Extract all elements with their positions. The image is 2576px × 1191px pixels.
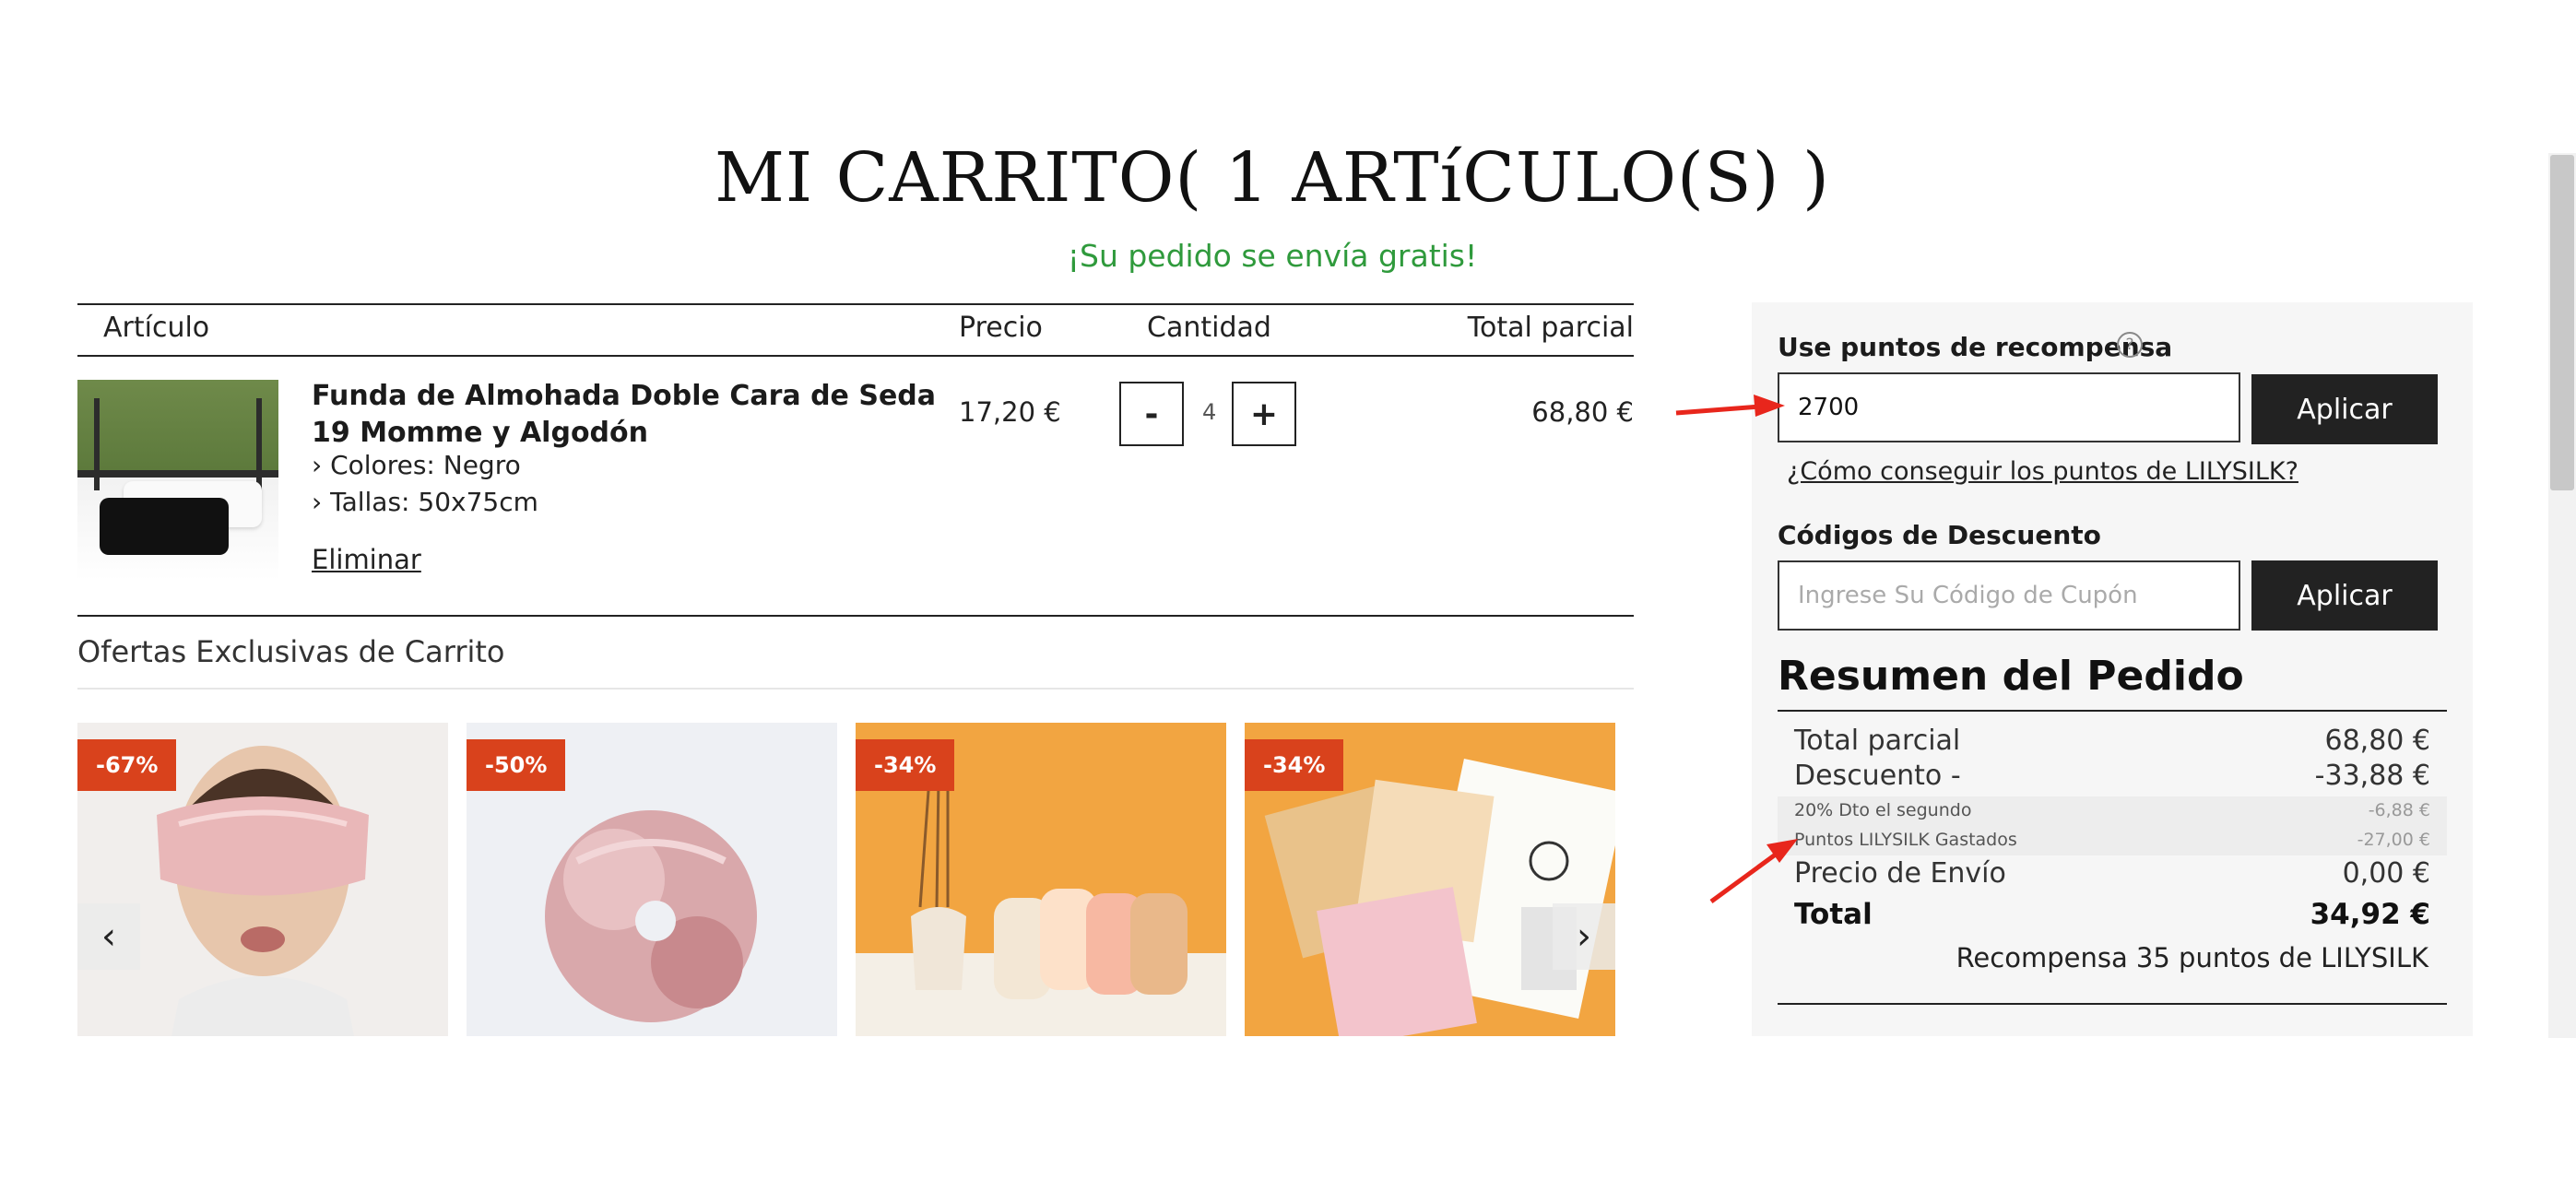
scrollbar-thumb[interactable] — [2550, 155, 2574, 490]
arrow-to-points-spent — [1709, 839, 1798, 904]
annotation-arrows — [1675, 395, 1798, 904]
arrow-to-points-input — [1675, 395, 1785, 417]
